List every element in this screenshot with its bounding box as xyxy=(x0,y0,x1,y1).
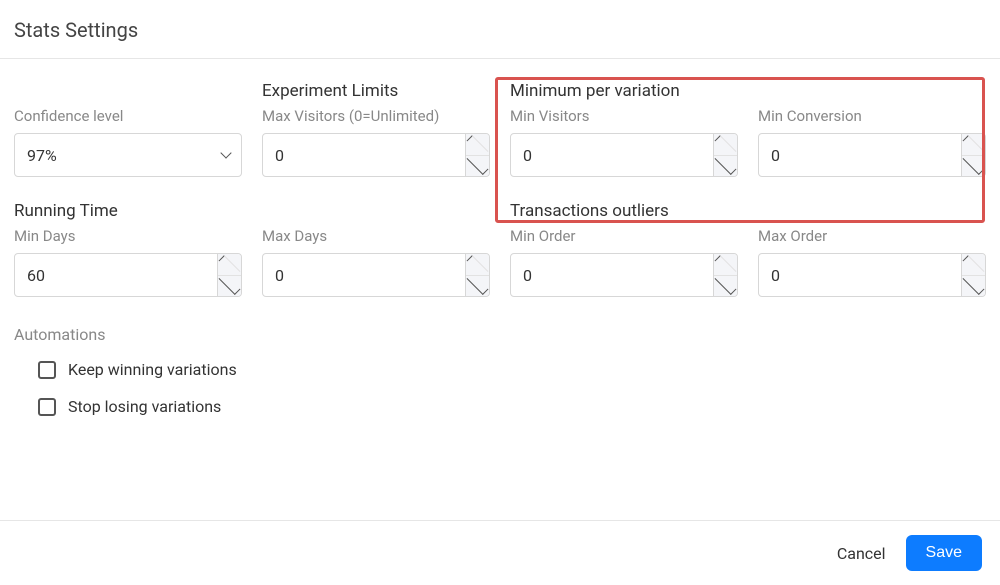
min-order-input[interactable]: 0 xyxy=(510,253,738,297)
min-conversion-stepper[interactable] xyxy=(961,134,985,176)
min-order-col: Transactions outliers Min Order 0 xyxy=(510,201,738,297)
cancel-button[interactable]: Cancel xyxy=(837,544,886,563)
step-down-icon[interactable] xyxy=(466,276,489,297)
max-days-value: 0 xyxy=(263,254,465,296)
stop-losing-label: Stop losing variations xyxy=(68,397,221,416)
min-conversion-input[interactable]: 0 xyxy=(758,133,986,177)
step-down-icon[interactable] xyxy=(714,156,737,177)
min-visitors-col: Minimum per variation Min Visitors 0 xyxy=(510,81,738,177)
keep-winning-checkbox[interactable] xyxy=(38,361,56,379)
min-visitors-label: Min Visitors xyxy=(510,107,738,125)
min-order-stepper[interactable] xyxy=(713,254,737,296)
min-days-col: Running Time Min Days 60 xyxy=(14,201,242,297)
save-button[interactable]: Save xyxy=(906,535,982,571)
min-visitors-value: 0 xyxy=(511,134,713,176)
transactions-outliers-heading: Transactions outliers xyxy=(510,201,738,221)
max-order-input[interactable]: 0 xyxy=(758,253,986,297)
min-order-value: 0 xyxy=(511,254,713,296)
confidence-select[interactable]: 97% xyxy=(14,133,242,177)
confidence-col: . Confidence level 97% xyxy=(14,81,242,177)
automations-heading: Automations xyxy=(14,325,986,344)
step-up-icon[interactable] xyxy=(466,254,489,276)
max-days-input[interactable]: 0 xyxy=(262,253,490,297)
step-up-icon[interactable] xyxy=(962,254,985,276)
max-order-stepper[interactable] xyxy=(961,254,985,296)
min-conversion-value: 0 xyxy=(759,134,961,176)
confidence-label: Confidence level xyxy=(14,107,242,125)
step-up-icon[interactable] xyxy=(714,134,737,156)
step-up-icon[interactable] xyxy=(218,254,241,276)
step-down-icon[interactable] xyxy=(962,276,985,297)
confidence-value: 97% xyxy=(15,134,211,176)
min-order-label: Min Order xyxy=(510,227,738,245)
chevron-down-icon[interactable] xyxy=(211,134,241,176)
min-days-input[interactable]: 60 xyxy=(14,253,242,297)
max-visitors-label: Max Visitors (0=Unlimited) xyxy=(262,107,490,125)
min-conversion-label: Min Conversion xyxy=(758,107,986,125)
min-days-label: Min Days xyxy=(14,227,242,245)
step-up-icon[interactable] xyxy=(962,134,985,156)
step-up-icon[interactable] xyxy=(714,254,737,276)
min-conversion-col: . Min Conversion 0 xyxy=(758,81,986,177)
step-down-icon[interactable] xyxy=(962,156,985,177)
settings-grid: . Confidence level 97% Experiment Limits… xyxy=(14,81,986,297)
step-down-icon[interactable] xyxy=(218,276,241,297)
min-days-stepper[interactable] xyxy=(217,254,241,296)
max-order-value: 0 xyxy=(759,254,961,296)
max-order-col: . Max Order 0 xyxy=(758,201,986,297)
max-visitors-input[interactable]: 0 xyxy=(262,133,490,177)
step-up-icon[interactable] xyxy=(466,134,489,156)
min-days-value: 60 xyxy=(15,254,217,296)
max-visitors-stepper[interactable] xyxy=(465,134,489,176)
page-title: Stats Settings xyxy=(14,18,986,42)
step-down-icon[interactable] xyxy=(714,276,737,297)
running-time-heading: Running Time xyxy=(14,201,242,221)
keep-winning-label: Keep winning variations xyxy=(68,360,237,379)
max-order-label: Max Order xyxy=(758,227,986,245)
footer: Cancel Save xyxy=(0,520,1000,585)
automations-section: Automations Keep winning variations Stop… xyxy=(14,325,986,416)
experiment-limits-col: Experiment Limits Max Visitors (0=Unlimi… xyxy=(262,81,490,177)
min-visitors-stepper[interactable] xyxy=(713,134,737,176)
min-per-variation-heading: Minimum per variation xyxy=(510,81,738,101)
max-days-col: . Max Days 0 xyxy=(262,201,490,297)
max-days-stepper[interactable] xyxy=(465,254,489,296)
experiment-limits-heading: Experiment Limits xyxy=(262,81,490,101)
stop-losing-row: Stop losing variations xyxy=(38,397,986,416)
min-visitors-input[interactable]: 0 xyxy=(510,133,738,177)
step-down-icon[interactable] xyxy=(466,156,489,177)
max-visitors-value: 0 xyxy=(263,134,465,176)
keep-winning-row: Keep winning variations xyxy=(38,360,986,379)
stop-losing-checkbox[interactable] xyxy=(38,398,56,416)
max-days-label: Max Days xyxy=(262,227,490,245)
divider xyxy=(0,58,1000,59)
